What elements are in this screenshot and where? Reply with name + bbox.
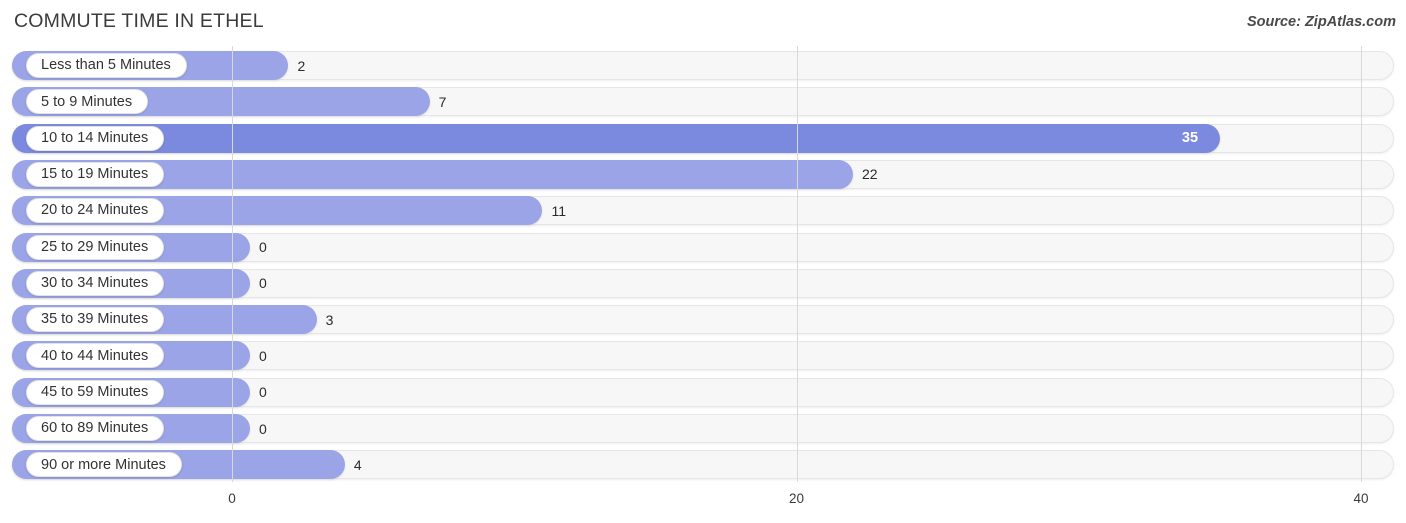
bar-row[interactable]: 40 to 44 Minutes 0 <box>12 341 1394 371</box>
category-label: 45 to 59 Minutes <box>41 383 149 400</box>
x-axis-tick-label: 40 <box>1353 491 1369 506</box>
category-label-pill: 45 to 59 Minutes <box>26 379 165 405</box>
category-label-pill: 35 to 39 Minutes <box>26 307 165 333</box>
category-label-pill: 20 to 24 Minutes <box>26 198 165 224</box>
category-label: 15 to 19 Minutes <box>41 166 149 183</box>
bar-row[interactable]: 25 to 29 Minutes 0 <box>12 232 1394 262</box>
commute-time-bar-chart: COMMUTE TIME IN ETHEL Source: ZipAtlas.c… <box>0 0 1406 523</box>
bar-value-label: 0 <box>259 275 267 292</box>
bar-rows: Less than 5 Minutes 2 5 to 9 Minutes 7 10 to… <box>0 46 1406 482</box>
category-label-pill: 30 to 34 Minutes <box>26 270 165 296</box>
bar-value-label: 11 <box>551 202 567 219</box>
bar-row[interactable]: 35 to 39 Minutes 3 <box>12 305 1394 335</box>
category-label-pill: 40 to 44 Minutes <box>26 343 165 369</box>
category-label: 30 to 34 Minutes <box>41 275 149 292</box>
category-label: 10 to 14 Minutes <box>41 129 149 146</box>
bar-row[interactable]: 60 to 89 Minutes 0 <box>12 414 1394 443</box>
bar-row[interactable]: 10 to 14 Minutes 35 <box>12 123 1394 153</box>
category-label-pill: 15 to 19 Minutes <box>26 161 165 187</box>
category-label: 20 to 24 Minutes <box>41 202 149 219</box>
bar-value-label: 0 <box>259 347 267 364</box>
bar-fill <box>12 123 1220 153</box>
bar-value-label: 3 <box>325 311 334 328</box>
bar-row[interactable]: 90 or more Minutes 4 <box>12 450 1394 480</box>
category-label: 5 to 9 Minutes <box>41 93 133 110</box>
bar-value-label: 0 <box>259 420 267 437</box>
category-label-pill: 25 to 29 Minutes <box>26 234 165 260</box>
category-label-pill: 90 or more Minutes <box>26 452 182 478</box>
category-label-pill: 10 to 14 Minutes <box>26 125 165 151</box>
category-label: 25 to 29 Minutes <box>41 238 149 255</box>
category-label-pill: Less than 5 Minutes <box>26 53 187 78</box>
x-axis: 0 20 40 <box>0 482 1406 523</box>
category-label-pill: 60 to 89 Minutes <box>26 416 165 441</box>
category-label: Less than 5 Minutes <box>41 57 171 74</box>
bar-row[interactable]: 15 to 19 Minutes 22 <box>12 159 1394 189</box>
x-axis-tick-label: 20 <box>788 491 805 506</box>
bar-value-label: 0 <box>259 384 267 401</box>
bar-row[interactable]: 5 to 9 Minutes 7 <box>12 87 1394 117</box>
category-label-pill: 5 to 9 Minutes <box>26 89 149 115</box>
chart-header: COMMUTE TIME IN ETHEL Source: ZipAtlas.c… <box>0 0 1406 45</box>
bar-row[interactable]: 30 to 34 Minutes 0 <box>12 268 1394 298</box>
bar-row[interactable]: 45 to 59 Minutes 0 <box>12 377 1394 407</box>
page-title: COMMUTE TIME IN ETHEL <box>14 10 264 32</box>
bar-value-label: 0 <box>259 239 267 255</box>
x-axis-tick-label: 0 <box>228 491 236 506</box>
bar-value-label: 7 <box>438 93 447 110</box>
source-attribution: Source: ZipAtlas.com <box>1246 14 1396 30</box>
category-label: 40 to 44 Minutes <box>41 347 149 364</box>
bar-value-label: 4 <box>353 456 362 473</box>
plot-area: Less than 5 Minutes 2 5 to 9 Minutes 7 10 to… <box>0 46 1406 482</box>
bar-value-label: 22 <box>861 166 878 183</box>
category-label: 35 to 39 Minutes <box>41 311 149 328</box>
bar-value-label: 35 <box>1181 130 1199 147</box>
bar-value-label: 2 <box>297 57 306 74</box>
bar-row[interactable]: 20 to 24 Minutes 11 <box>12 196 1394 226</box>
category-label: 90 or more Minutes <box>41 456 166 473</box>
category-label: 60 to 89 Minutes <box>41 420 149 437</box>
bar-row[interactable]: Less than 5 Minutes 2 <box>12 51 1394 80</box>
